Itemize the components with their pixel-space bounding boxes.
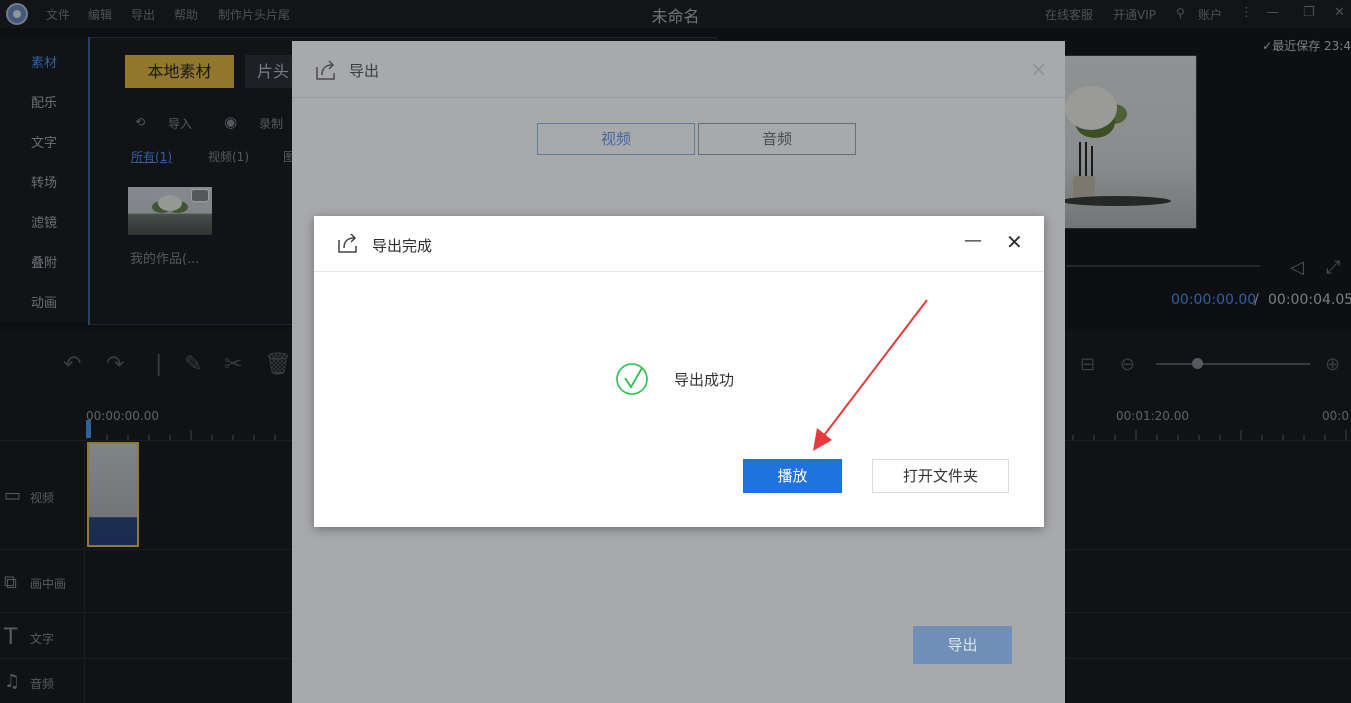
export-button[interactable]: 导出: [913, 626, 1012, 664]
export-dialog-header: 导出 ×: [292, 41, 1065, 98]
close-dialog-icon[interactable]: ✕: [1006, 230, 1023, 254]
complete-dialog-header: 导出完成 — ✕: [314, 216, 1044, 272]
export-complete-share-icon: [338, 233, 357, 253]
success-check-icon: [616, 363, 648, 395]
play-button[interactable]: 播放: [743, 459, 842, 493]
tab-export-video[interactable]: 视频: [537, 123, 695, 155]
export-share-icon: [316, 60, 335, 80]
complete-dialog-title: 导出完成: [372, 237, 433, 255]
export-close-icon[interactable]: ×: [1030, 57, 1047, 81]
app-window: 文件 编辑 导出 帮助 制作片头片尾 未命名 在线客服 开通VIP ⚲ 账户 ⋮…: [0, 0, 1351, 703]
tab-export-audio[interactable]: 音频: [698, 123, 856, 155]
minimize-dialog-icon[interactable]: —: [964, 230, 982, 251]
export-dialog-title: 导出: [349, 62, 380, 80]
open-folder-button[interactable]: 打开文件夹: [872, 459, 1009, 493]
export-complete-dialog: 导出完成 — ✕ 导出成功 播放 打开文件夹: [314, 216, 1044, 527]
success-message: 导出成功: [674, 371, 735, 389]
